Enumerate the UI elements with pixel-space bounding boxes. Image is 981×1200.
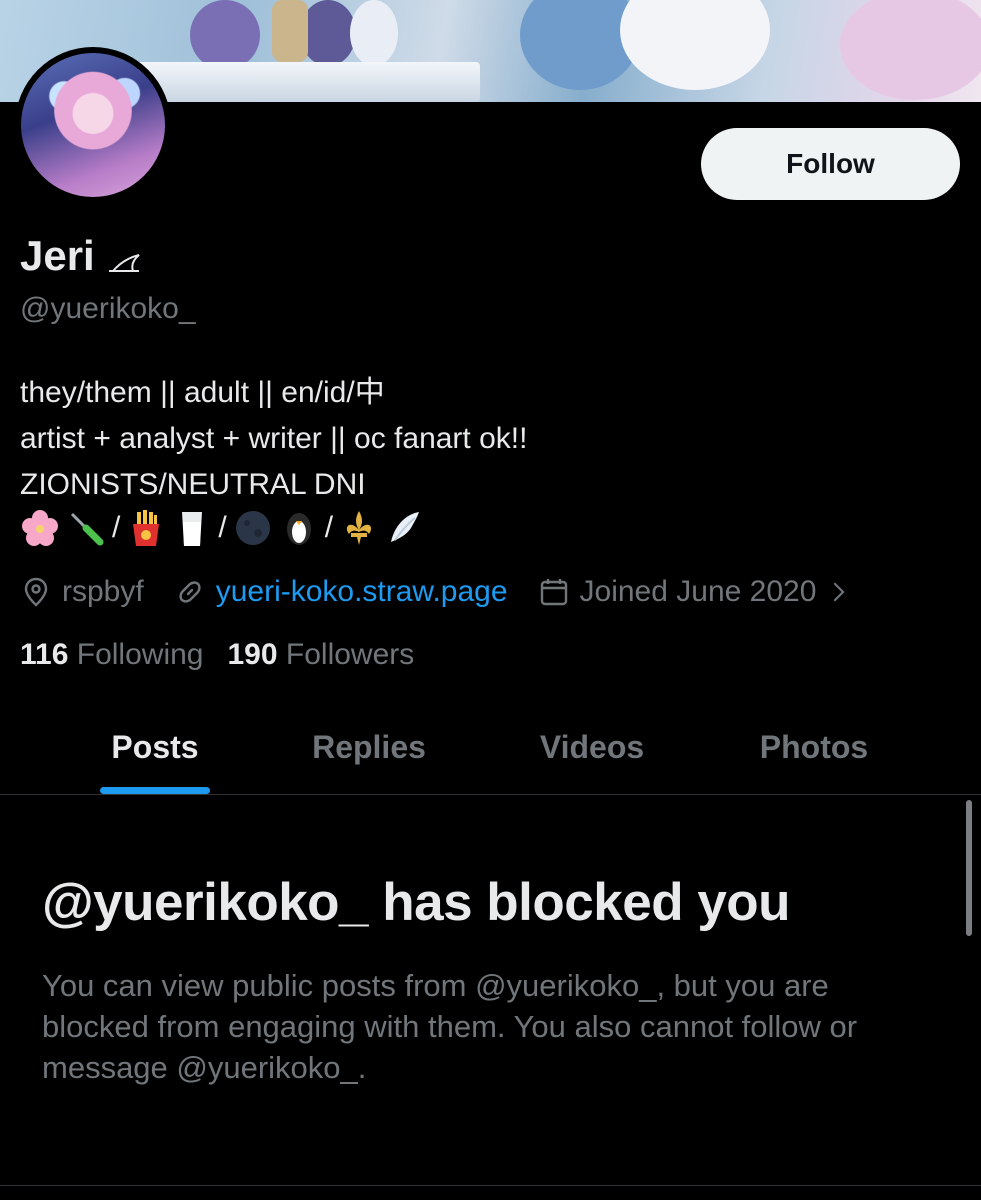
blocked-message: You can view public posts from @yuerikok… (42, 968, 858, 1085)
wing-icon (391, 512, 420, 542)
new-moon-icon (235, 511, 270, 545)
follow-stats: 116 Following 190 Followers (20, 638, 414, 672)
chevron-right-icon[interactable] (826, 579, 852, 605)
follow-button[interactable]: Follow (701, 128, 960, 200)
following-stat[interactable]: 116 Following (20, 638, 203, 672)
display-name: Jeri (20, 232, 141, 280)
shark-fin-icon (108, 254, 140, 272)
website-link[interactable]: yueri-koko.straw.page (216, 575, 508, 609)
following-count: 116 (20, 638, 69, 671)
user-handle: @yuerikoko_ (20, 292, 196, 325)
tab-videos[interactable]: Videos (492, 700, 692, 794)
scrollbar[interactable] (966, 800, 972, 936)
tab-replies[interactable]: Replies (269, 700, 469, 794)
penguin-icon (286, 513, 311, 545)
bio-line: ZIONISTS/NEUTRAL DNI (20, 468, 366, 501)
blocked-title: @yuerikoko_ has blocked you (42, 873, 791, 932)
followers-count: 190 (227, 638, 278, 671)
calendar-icon (540, 579, 567, 606)
bio-line: they/them || adult || en/id/中 (20, 376, 385, 409)
profile-meta: rspbyf yueri-koko.straw.page Joined June… (20, 572, 882, 612)
divider (0, 1185, 981, 1186)
bio-line: artist + analyst + writer || oc fanart o… (20, 422, 528, 455)
joined-date[interactable]: Joined June 2020 (538, 575, 853, 609)
bio: they/them || adult || en/id/中 artist + a… (20, 370, 527, 508)
tab-photos[interactable]: Photos (714, 700, 914, 794)
location-text: rspbyf (62, 575, 144, 608)
joined-text: Joined June 2020 (579, 575, 817, 608)
followers-stat[interactable]: 190 Followers (227, 638, 414, 672)
fries-icon (133, 510, 160, 546)
avatar[interactable] (15, 47, 171, 203)
website[interactable]: yueri-koko.straw.page (174, 575, 508, 609)
emoji-separator: / (218, 511, 227, 544)
bio-emoji-row: / / / (20, 508, 425, 548)
profile-tabs: Posts Replies Videos Photos (0, 700, 981, 795)
emoji-separator: / (324, 511, 334, 544)
active-tab-indicator (100, 787, 210, 794)
location: rspbyf (20, 575, 144, 609)
emoji-separator: / (112, 511, 121, 544)
fleur-de-lis-icon (346, 511, 372, 545)
following-label: Following (76, 638, 204, 671)
milk-icon (182, 512, 203, 546)
display-name-text: Jeri (20, 232, 95, 279)
screwdriver-icon (70, 512, 104, 546)
cherry-blossom-icon (22, 510, 58, 546)
followers-label: Followers (285, 638, 415, 671)
link-icon (179, 581, 201, 603)
location-pin-icon (24, 577, 48, 607)
tab-posts[interactable]: Posts (55, 700, 255, 794)
